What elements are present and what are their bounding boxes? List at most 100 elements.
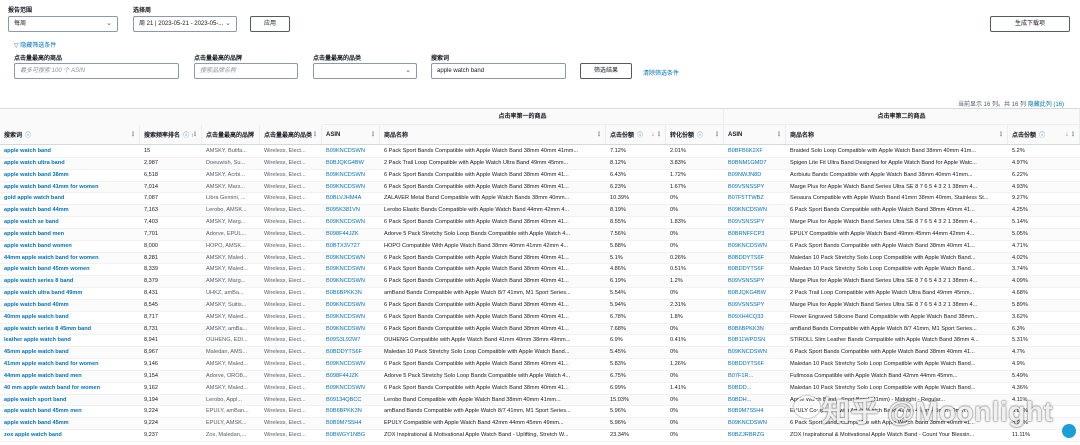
asin-1-cell[interactable]: B0BJQKG4BW: [322, 158, 380, 170]
info-icon[interactable]: ⓘ: [637, 130, 643, 139]
asin-1-cell[interactable]: B09KNCDSWN: [322, 170, 380, 182]
asin-1-cell[interactable]: B09KNCDSWN: [322, 359, 380, 371]
asin-2-cell[interactable]: B09VSNSSPY: [724, 217, 786, 229]
asin-1-cell[interactable]: B09KNCDSWN: [322, 300, 380, 312]
search-term-cell[interactable]: apple watch ultra band: [0, 158, 140, 170]
column-menu-icon[interactable]: ⋮: [998, 131, 1004, 138]
asin-1-cell[interactable]: B0BLVJHM4A: [322, 193, 380, 205]
asin-2-cell[interactable]: B0BDDYTS6F: [724, 359, 786, 371]
asin-2-cell[interactable]: B0BDDYTS6F: [724, 264, 786, 276]
asin-2-cell[interactable]: B09KNCDSWN: [724, 418, 786, 430]
search-term-cell[interactable]: apple watch band 45mm women: [0, 264, 140, 276]
asin-1-cell[interactable]: B09KNCDSWN: [322, 276, 380, 288]
search-term-cell[interactable]: apple watch band women: [0, 241, 140, 253]
asin-2-cell[interactable]: B0BDD...: [724, 383, 786, 395]
info-icon[interactable]: ⓘ: [25, 130, 31, 139]
asin-1-cell[interactable]: B0B9M7S5H4: [322, 418, 380, 430]
search-term-cell[interactable]: apple watch ultra band 49mm: [0, 288, 140, 300]
asin-2-cell[interactable]: B0BJQKG4BW: [724, 288, 786, 300]
search-term-cell[interactable]: 45mm apple watch band: [0, 347, 140, 359]
search-term-cell[interactable]: apple watch band 40mm: [0, 300, 140, 312]
asin-1-cell[interactable]: B0B6BPKK3N: [322, 288, 380, 300]
col-name-2[interactable]: 商品名称 ⋮: [786, 125, 1008, 144]
asin-2-cell[interactable]: B0BDDYTS6F: [724, 253, 786, 265]
column-menu-icon[interactable]: ⋮: [370, 131, 376, 138]
asin-2-cell[interactable]: B0BZJRBRZG: [724, 430, 786, 442]
col-rank[interactable]: 搜索频率排名 ⓘ ↑ ⋮: [140, 125, 202, 144]
asin-1-cell[interactable]: B0BTX3V727: [322, 241, 380, 253]
top-category-select[interactable]: ⌄: [313, 63, 417, 79]
asin-1-cell[interactable]: B0BDDYTS6F: [322, 347, 380, 359]
search-term-cell[interactable]: apple watch band: [0, 146, 140, 158]
search-term-cell[interactable]: gold apple watch band: [0, 193, 140, 205]
asin-1-cell[interactable]: B09KNCDSWN: [322, 217, 380, 229]
apply-button[interactable]: 应用: [250, 16, 290, 32]
sort-icon[interactable]: ↓ ⋮: [1065, 131, 1076, 138]
asin-1-cell[interactable]: B09KNCDSWN: [322, 146, 380, 158]
select-week-select[interactable]: 周 21 | 2023-05-21 - 2023-05-... ⌄: [133, 16, 237, 32]
asin-2-cell[interactable]: B09VSNSSPY: [724, 300, 786, 312]
asin-1-cell[interactable]: B09KNCDSWN: [322, 253, 380, 265]
asin-2-cell[interactable]: B09XH4CQ33: [724, 312, 786, 324]
asin-1-cell[interactable]: B098F44JZK: [322, 371, 380, 383]
search-term-cell[interactable]: apple watch band men: [0, 229, 140, 241]
search-term-cell[interactable]: 41mm apple watch band for women: [0, 359, 140, 371]
search-term-cell[interactable]: 44mm apple watch band for women: [0, 253, 140, 265]
col-click-share-1[interactable]: 点击份额 ⓘ ↓ ⋮: [606, 125, 666, 144]
asin-1-cell[interactable]: B09KNCDSWN: [322, 324, 380, 336]
search-term-cell[interactable]: apple watch band 41mm for women: [0, 182, 140, 194]
col-click-share-2[interactable]: 点击份额 ⓘ ↓ ⋮: [1008, 125, 1080, 144]
search-term-cell[interactable]: apple watch band 45mm men: [0, 406, 140, 418]
asin-1-cell[interactable]: B09134QBCC: [322, 395, 380, 407]
asin-1-cell[interactable]: B09KNCDSWN: [322, 383, 380, 395]
top-product-input[interactable]: 最多可搜索 100 个 ASIN: [14, 63, 179, 79]
asin-2-cell[interactable]: B0B11WPDSN: [724, 335, 786, 347]
column-menu-icon[interactable]: ⋮: [776, 131, 782, 138]
asin-2-cell[interactable]: B09KNCDSWN: [724, 347, 786, 359]
asin-2-cell[interactable]: B09KNCDSWN: [724, 205, 786, 217]
search-term-cell[interactable]: zox apple watch band: [0, 430, 140, 442]
search-term-cell[interactable]: apple watch sport band: [0, 395, 140, 407]
col-search-term[interactable]: 搜索词 ⓘ ⋮: [0, 125, 140, 144]
search-term-cell[interactable]: apple watch se band: [0, 217, 140, 229]
col-brand[interactable]: 点击量最高的品牌 ⋮: [202, 125, 260, 144]
search-term-cell[interactable]: 40mm apple watch band: [0, 312, 140, 324]
search-term-cell[interactable]: apple watch series 8 45mm band: [0, 324, 140, 336]
asin-2-cell[interactable]: B0BDH...: [724, 395, 786, 407]
asin-2-cell[interactable]: B07F1R...: [724, 371, 786, 383]
sort-icon[interactable]: ↓ ⋮: [651, 131, 662, 138]
asin-1-cell[interactable]: B09KNCDSWN: [322, 312, 380, 324]
info-icon[interactable]: ⓘ: [1039, 130, 1045, 139]
search-term-input[interactable]: apple watch band: [431, 63, 566, 79]
asin-1-cell[interactable]: B09KNCDSWN: [322, 182, 380, 194]
search-term-cell[interactable]: apple watch series 8 band: [0, 276, 140, 288]
column-menu-icon[interactable]: ⋮: [192, 131, 198, 138]
asin-1-cell[interactable]: B09KNCDSWN: [322, 264, 380, 276]
column-menu-icon[interactable]: ⋮: [250, 131, 256, 138]
search-term-cell[interactable]: apple watch band 38mm: [0, 170, 140, 182]
asin-2-cell[interactable]: B09VSNSSPY: [724, 276, 786, 288]
asin-2-cell[interactable]: B0B9M7S5H4: [724, 406, 786, 418]
asin-2-cell[interactable]: B0BFB6K2XF: [724, 146, 786, 158]
help-fab-icon[interactable]: [1062, 424, 1076, 438]
asin-2-cell[interactable]: B0BRNFFCP3: [724, 229, 786, 241]
col-conv-share-1[interactable]: 转化份额 ⓘ ⋮: [666, 125, 724, 144]
hide-filters-link[interactable]: ▽ 隐藏筛选条件: [14, 40, 56, 49]
asin-2-cell[interactable]: B07F5TTWBZ: [724, 193, 786, 205]
top-brand-input[interactable]: 搜索品牌名称: [194, 63, 298, 79]
asin-1-cell[interactable]: B0B6BPKK3N: [322, 406, 380, 418]
col-asin-2[interactable]: ASIN ⋮: [724, 125, 786, 144]
asin-1-cell[interactable]: B095K381VN: [322, 205, 380, 217]
search-term-cell[interactable]: apple watch band 45mm: [0, 418, 140, 430]
column-menu-icon[interactable]: ⋮: [714, 131, 720, 138]
search-term-cell[interactable]: 40 mm apple watch band for women: [0, 383, 140, 395]
asin-1-cell[interactable]: B0BWGY1NBG: [322, 430, 380, 442]
col-category[interactable]: 点击量最高的品类 ⋮: [260, 125, 322, 144]
column-menu-icon[interactable]: ⋮: [596, 131, 602, 138]
search-term-cell[interactable]: 44mm apple watch band men: [0, 371, 140, 383]
clear-filters-link[interactable]: 清除筛选条件: [643, 68, 679, 77]
generate-download-button[interactable]: 生成下载项: [990, 16, 1070, 32]
col-asin-1[interactable]: ASIN ⋮: [322, 125, 380, 144]
info-icon[interactable]: ⓘ: [697, 130, 703, 139]
asin-2-cell[interactable]: B09KNCDSWN: [724, 241, 786, 253]
